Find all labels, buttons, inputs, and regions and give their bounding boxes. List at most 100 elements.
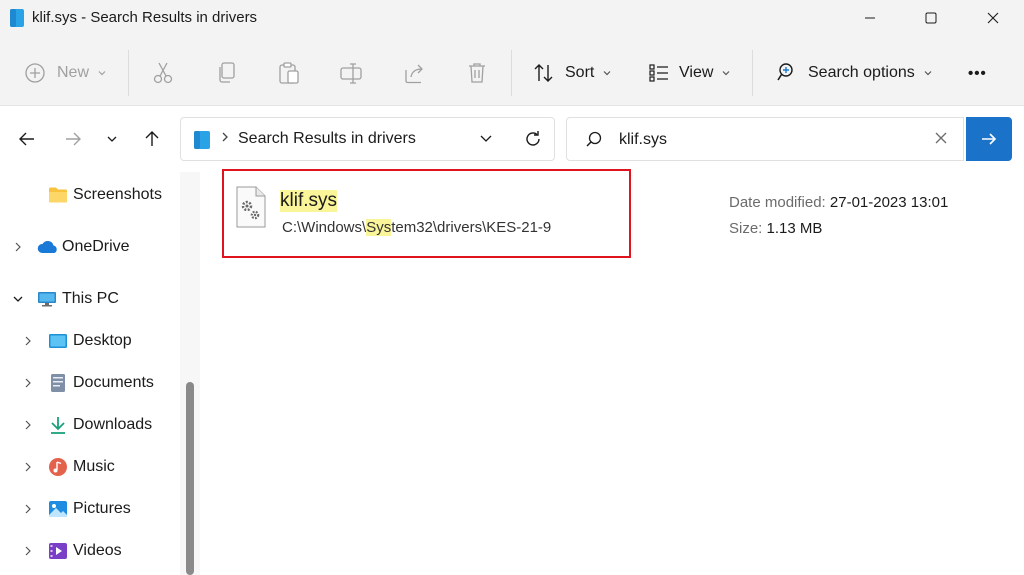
chevron-right-icon — [25, 420, 31, 430]
view-list-icon — [649, 64, 668, 82]
toolbar-separator — [128, 50, 129, 96]
sidebar-item-videos[interactable]: Videos — [0, 536, 180, 566]
rename-button[interactable] — [339, 58, 363, 88]
sidebar-item-desktop[interactable]: Desktop — [0, 326, 180, 356]
desktop-icon — [49, 334, 67, 348]
sidebar-item-music[interactable]: Music — [0, 452, 180, 482]
result-file-path: C:\Windows\System32\drivers\KES-21-9 — [282, 219, 551, 236]
toolbar-separator — [752, 50, 753, 96]
address-bar[interactable]: Search Results in drivers — [180, 117, 555, 161]
chevron-down-icon — [107, 136, 117, 142]
copy-button[interactable] — [216, 58, 238, 88]
paste-icon — [279, 62, 299, 84]
sidebar-scrollbar-thumb[interactable] — [186, 382, 194, 575]
sidebar-item-documents[interactable]: Documents — [0, 368, 180, 398]
search-input[interactable]: klif.sys — [619, 131, 667, 149]
folder-icon — [49, 187, 67, 203]
search-result-item[interactable] — [222, 169, 631, 258]
sidebar-item-screenshots[interactable]: Screenshots — [0, 180, 180, 210]
sidebar-item-label: Videos — [73, 542, 122, 559]
arrow-right-icon — [982, 133, 997, 145]
path-suffix: tem32\drivers\KES-21-9 — [391, 219, 552, 236]
chevron-down-icon — [722, 71, 730, 76]
chevron-down-icon — [13, 296, 23, 302]
chevron-down-icon — [480, 135, 492, 142]
chevron-right-icon — [15, 242, 21, 252]
title-bar: klif.sys - Search Results in drivers — [0, 0, 1024, 36]
up-button[interactable] — [137, 124, 167, 154]
path-match-highlight: Sys — [366, 219, 392, 236]
new-label: New — [57, 64, 90, 81]
refresh-icon — [526, 131, 540, 146]
path-prefix: C:\Windows\ — [282, 219, 367, 236]
onedrive-icon — [37, 241, 57, 253]
sidebar-item-pictures[interactable]: Pictures — [0, 494, 180, 524]
view-button[interactable]: View — [648, 58, 731, 88]
search-folder-icon — [194, 131, 210, 149]
chevron-right-icon — [25, 504, 31, 514]
recent-locations-button[interactable] — [97, 124, 127, 154]
sidebar-item-label: Pictures — [73, 500, 131, 517]
toolbar-separator — [511, 50, 512, 96]
maximize-button[interactable] — [901, 0, 961, 36]
command-bar: New Sort View Search options ••• — [0, 36, 1024, 106]
sort-icon — [534, 64, 553, 82]
minimize-button[interactable] — [840, 0, 900, 36]
chevron-right-icon — [25, 336, 31, 346]
back-button[interactable] — [12, 124, 42, 154]
size-value: 1.13 MB — [766, 220, 823, 237]
videos-icon — [49, 543, 67, 559]
delete-button[interactable] — [466, 58, 488, 88]
search-options-label: Search options — [808, 64, 915, 81]
chevron-down-icon — [924, 71, 932, 76]
clear-search-button[interactable] — [934, 131, 948, 150]
more-options-button[interactable]: ••• — [968, 58, 987, 88]
search-go-button[interactable] — [966, 117, 1012, 161]
maximize-icon — [925, 12, 937, 24]
close-icon — [987, 12, 999, 24]
cut-button[interactable] — [152, 58, 174, 88]
chevron-down-icon — [98, 71, 106, 76]
chevron-down-icon — [603, 71, 611, 76]
chevron-right-icon — [25, 546, 31, 556]
result-file-name[interactable]: klif.sys — [280, 190, 337, 212]
music-icon — [49, 458, 67, 476]
breadcrumb-search-results[interactable]: Search Results in drivers — [238, 130, 416, 148]
breadcrumb-separator-icon — [221, 131, 229, 146]
sort-button[interactable]: Sort — [532, 58, 612, 88]
plus-circle-icon — [25, 63, 45, 83]
window-title: klif.sys - Search Results in drivers — [32, 9, 258, 26]
sidebar-item-label: Documents — [73, 374, 154, 391]
sidebar-item-downloads[interactable]: Downloads — [0, 410, 180, 440]
monitor-icon — [38, 292, 56, 307]
trash-icon — [469, 63, 485, 83]
result-size: Size: 1.13 MB — [729, 220, 822, 237]
sidebar-item-label: OneDrive — [62, 238, 130, 255]
sidebar-item-this-pc[interactable]: This PC — [0, 284, 180, 314]
arrow-right-icon — [66, 132, 81, 146]
refresh-button[interactable] — [523, 129, 543, 154]
scissors-icon — [153, 62, 173, 84]
arrow-left-icon — [19, 132, 34, 146]
result-date-modified: Date modified: 27-01-2023 13:01 — [729, 194, 948, 211]
close-icon — [935, 132, 947, 144]
sidebar-item-label: Screenshots — [73, 186, 162, 203]
close-button[interactable] — [963, 0, 1023, 36]
sidebar-item-label: Music — [73, 458, 115, 475]
sidebar-item-label: Desktop — [73, 332, 132, 349]
search-options-button[interactable]: Search options — [776, 58, 933, 88]
system-file-icon — [236, 186, 266, 228]
share-button[interactable] — [403, 58, 427, 88]
date-modified-label: Date modified: — [729, 194, 826, 211]
folder-app-icon — [10, 9, 24, 27]
paste-button[interactable] — [277, 58, 301, 88]
new-button[interactable]: New — [24, 58, 107, 88]
address-history-button[interactable] — [479, 131, 493, 150]
documents-icon — [51, 374, 65, 392]
search-box[interactable]: klif.sys — [566, 117, 964, 161]
more-label: ••• — [968, 64, 987, 82]
forward-button[interactable] — [58, 124, 88, 154]
sidebar-item-onedrive[interactable]: OneDrive — [0, 232, 180, 262]
minimize-icon — [865, 17, 875, 19]
date-modified-value: 27-01-2023 13:01 — [829, 194, 949, 211]
